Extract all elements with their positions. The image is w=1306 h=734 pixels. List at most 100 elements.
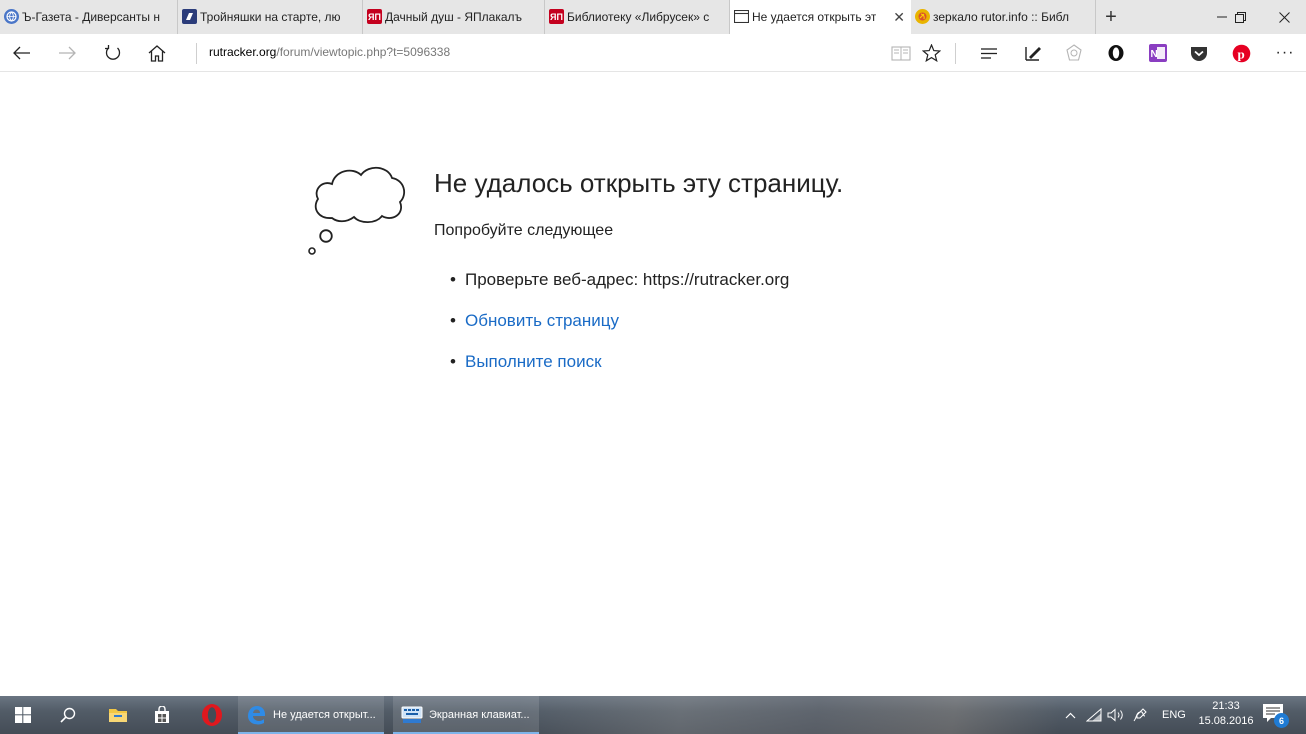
refresh-icon: [105, 45, 121, 60]
suggestion-check-address: • Проверьте веб-адрес: https://rutracker.…: [450, 268, 789, 309]
opera-taskbar-button[interactable]: [196, 696, 228, 734]
search-icon: [60, 707, 76, 723]
speaker-icon: [1107, 708, 1123, 722]
svg-text:p: p: [1237, 46, 1244, 61]
rutor-icon: [915, 9, 930, 24]
address-field[interactable]: rutracker.org/forum/viewtopic.php?t=5096…: [209, 45, 450, 59]
reading-view-button[interactable]: [886, 40, 916, 66]
tab-label: Не удается открыть эт: [752, 10, 877, 24]
taskbar-app-edge[interactable]: Не удается открыт...: [238, 696, 384, 734]
page-icon: [734, 9, 749, 24]
close-icon: [1278, 11, 1290, 23]
url-host: rutracker.org: [209, 45, 277, 59]
separator: [196, 43, 197, 64]
pocket-icon: [1191, 46, 1207, 61]
show-hidden-icons-button[interactable]: [1062, 696, 1078, 734]
tab-yaplakal-dush[interactable]: ЯП Дачный душ - ЯПлакалъ: [363, 0, 545, 34]
hub-button[interactable]: [974, 40, 1004, 66]
suggestion-text: Проверьте веб-адрес: https://rutracker.o…: [465, 270, 790, 289]
restore-button[interactable]: [1218, 0, 1262, 34]
store-button[interactable]: [146, 696, 178, 734]
tab-label: Дачный душ - ЯПлакалъ: [385, 10, 523, 24]
notification-count-badge: 6: [1274, 713, 1289, 728]
clock[interactable]: 21:33 15.08.2016: [1196, 699, 1256, 729]
close-window-button[interactable]: [1262, 0, 1306, 34]
book-icon: [891, 45, 911, 61]
onenote-extension-button[interactable]: N: [1143, 40, 1173, 66]
restore-icon: [1234, 11, 1246, 23]
file-explorer-button[interactable]: [102, 696, 134, 734]
start-button[interactable]: [8, 696, 38, 734]
bullet: •: [450, 270, 456, 289]
forward-button[interactable]: [52, 40, 82, 66]
share-icon: [1066, 44, 1082, 61]
web-note-icon: [1025, 47, 1041, 61]
close-tab-icon[interactable]: ✕: [893, 10, 905, 24]
refresh-button[interactable]: [98, 40, 128, 66]
taskbar-app-label: Не удается открыт...: [273, 709, 376, 721]
folder-icon: [109, 709, 127, 722]
favorite-button[interactable]: [916, 40, 946, 66]
back-button[interactable]: [7, 40, 37, 66]
url-path: /forum/viewtopic.php?t=5096338: [276, 45, 451, 59]
volume-button[interactable]: [1107, 696, 1125, 734]
pinterest-icon: p: [1232, 44, 1250, 62]
tab-label: Ъ-Газета - Диверсанты н: [22, 10, 160, 24]
error-subtitle: Попробуйте следующее: [434, 222, 614, 239]
svg-text:N: N: [1151, 49, 1158, 60]
refresh-page-link[interactable]: Обновить страницу: [465, 311, 619, 330]
network-button[interactable]: [1085, 696, 1103, 734]
yaplakal-icon: ЯП: [549, 9, 564, 24]
globe-icon: [4, 9, 19, 24]
keyboard-icon: [401, 706, 423, 723]
onenote-icon: N: [1149, 44, 1167, 62]
taskbar: Не удается открыт... Экранная клавиат...…: [0, 696, 1306, 734]
home-button[interactable]: [142, 40, 172, 66]
tab-current[interactable]: Не удается открыть эт ✕: [730, 0, 911, 34]
tab-yaplakal-librusek[interactable]: ЯП Библиотеку «Либрусек» с: [545, 0, 730, 34]
tab-troynyashki[interactable]: Тройняшки на старте, лю: [178, 0, 363, 34]
time: 21:33: [1212, 700, 1240, 712]
date: 15.08.2016: [1198, 715, 1254, 727]
edge-icon: [248, 706, 265, 725]
web-note-button[interactable]: [1018, 40, 1048, 66]
taskbar-app-keyboard[interactable]: Экранная клавиат...: [393, 696, 539, 734]
tab-label: Тройняшки на старте, лю: [200, 10, 341, 24]
search-button[interactable]: [52, 696, 84, 734]
home-icon: [148, 44, 166, 62]
input-language-button[interactable]: ENG: [1162, 696, 1186, 734]
windows-icon: [15, 707, 31, 723]
separator: [955, 43, 956, 64]
search-link[interactable]: Выполните поиск: [465, 352, 602, 371]
star-icon: [921, 44, 941, 62]
arrow-left-icon: [13, 46, 30, 60]
new-tab-button[interactable]: +: [1096, 0, 1126, 34]
wifi-icon: [1086, 708, 1102, 722]
arrow-right-icon: [59, 46, 76, 60]
error-title: Не удалось открыть эту страницу.: [434, 168, 844, 198]
opera-extension-button[interactable]: [1101, 40, 1131, 66]
tab-rutor[interactable]: зеркало rutor.info :: Библ: [911, 0, 1096, 34]
opera-icon: [1108, 45, 1124, 61]
chevron-up-icon: [1065, 712, 1075, 718]
hub-icon: [981, 47, 997, 59]
site-icon: [182, 9, 197, 24]
pinterest-extension-button[interactable]: p: [1226, 40, 1256, 66]
tab-label: Библиотеку «Либрусек» с: [567, 10, 710, 24]
taskbar-app-label: Экранная клавиат...: [429, 709, 530, 721]
navigation-bar: rutracker.org/forum/viewtopic.php?t=5096…: [0, 34, 1306, 72]
suggestion-search: • Выполните поиск: [450, 350, 789, 391]
pen-workspace-button[interactable]: [1131, 696, 1149, 734]
thought-cloud-icon: [308, 166, 406, 255]
more-button[interactable]: ···: [1270, 40, 1300, 66]
wallpaper: [520, 696, 1060, 734]
tab-label: зеркало rutor.info :: Библ: [933, 10, 1069, 24]
pocket-extension-button[interactable]: [1184, 40, 1214, 66]
share-button[interactable]: [1059, 40, 1089, 66]
opera-icon: [202, 704, 222, 726]
tab-kommersant[interactable]: Ъ-Газета - Диверсанты н: [0, 0, 178, 34]
yaplakal-icon: ЯП: [367, 9, 382, 24]
suggestion-refresh: • Обновить страницу: [450, 309, 789, 350]
action-center-button[interactable]: 6: [1262, 703, 1289, 728]
pen-icon: [1133, 708, 1147, 722]
